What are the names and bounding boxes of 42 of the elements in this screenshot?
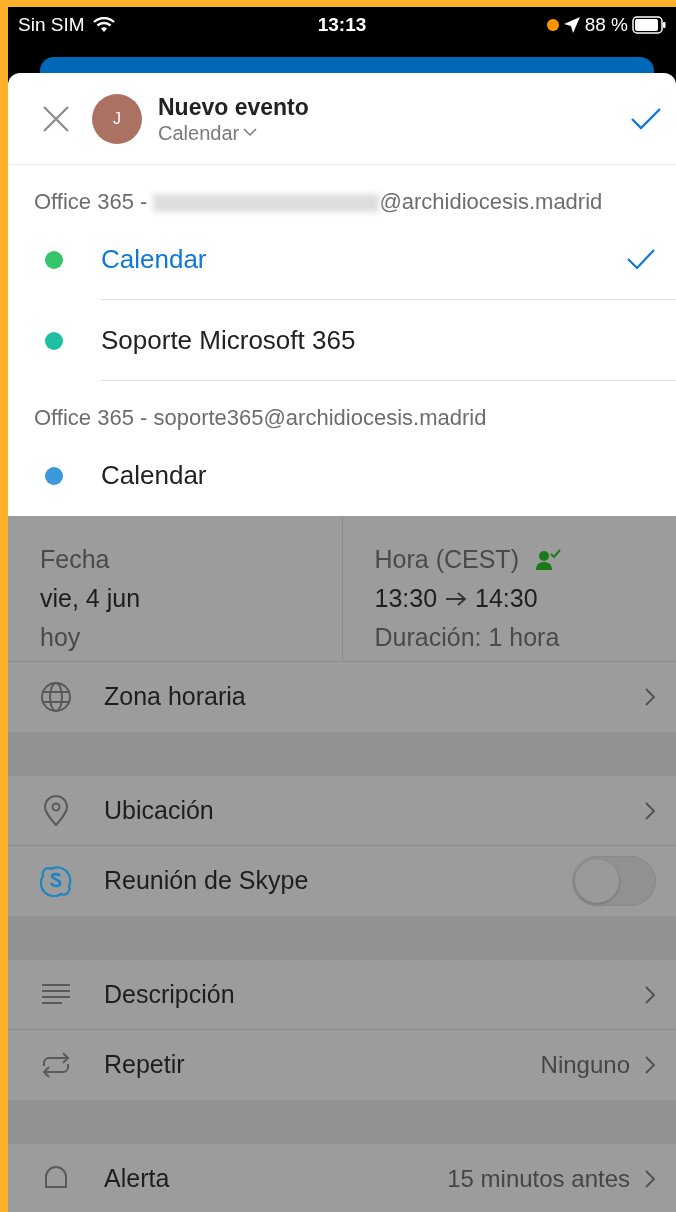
settings-row[interactable]: Repetir Ninguno (8, 1030, 676, 1100)
calendar-option[interactable]: Soporte Microsoft 365 (101, 300, 676, 381)
recording-dot-icon (546, 19, 559, 31)
end-time[interactable]: 14:30 (475, 579, 538, 618)
globe-icon (40, 681, 72, 713)
start-time[interactable]: 13:30 (374, 579, 438, 618)
settings-row[interactable]: Descripción (8, 960, 676, 1030)
date-label: Fecha (40, 544, 111, 575)
confirm-button[interactable] (630, 106, 662, 131)
person-check-icon (534, 547, 561, 572)
checkmark-icon (626, 248, 656, 270)
chevron-right-icon (644, 1055, 656, 1075)
row-label: Reunión de Skype (104, 865, 310, 897)
skype-icon (40, 865, 72, 897)
calendar-option[interactable]: Calendar (101, 219, 676, 300)
wifi-icon (92, 17, 115, 33)
chevron-right-icon (644, 1169, 656, 1189)
calendar-dropdown[interactable]: Calendar (158, 120, 258, 145)
chevron-down-icon (243, 128, 258, 137)
date-value[interactable]: vie, 4 jun (40, 579, 342, 618)
arrow-right-icon (445, 590, 468, 607)
location-arrow-icon (562, 16, 581, 34)
time-label: Hora (CEST) (374, 544, 519, 575)
chevron-right-icon (644, 800, 656, 821)
account-header: Office 365 - soporte365@archidiocesis.madrid (33, 404, 488, 432)
account-header: Office 365 - @archidiocesis.madrid (33, 188, 604, 216)
battery-percent: 88 % (584, 12, 628, 37)
duration-text: Duración: 1 hora (374, 622, 561, 653)
chevron-right-icon (644, 984, 656, 1005)
chevron-right-icon (644, 687, 656, 707)
calendar-option[interactable]: Calendar (101, 435, 676, 516)
account-avatar: J (92, 93, 142, 144)
carrier-name: Sin SIM (18, 12, 85, 37)
close-button[interactable] (42, 104, 70, 133)
event-title: Nuevo evento (158, 92, 310, 121)
settings-row[interactable]: Alerta 15 minutos antes (8, 1144, 676, 1212)
toggle-switch[interactable] (572, 856, 656, 906)
battery-icon (632, 16, 666, 34)
settings-row[interactable]: Zona horaria (8, 662, 676, 732)
date-note: hoy (40, 622, 82, 653)
settings-row[interactable]: Ubicación (8, 776, 676, 846)
status-time: 13:13 (317, 12, 367, 37)
